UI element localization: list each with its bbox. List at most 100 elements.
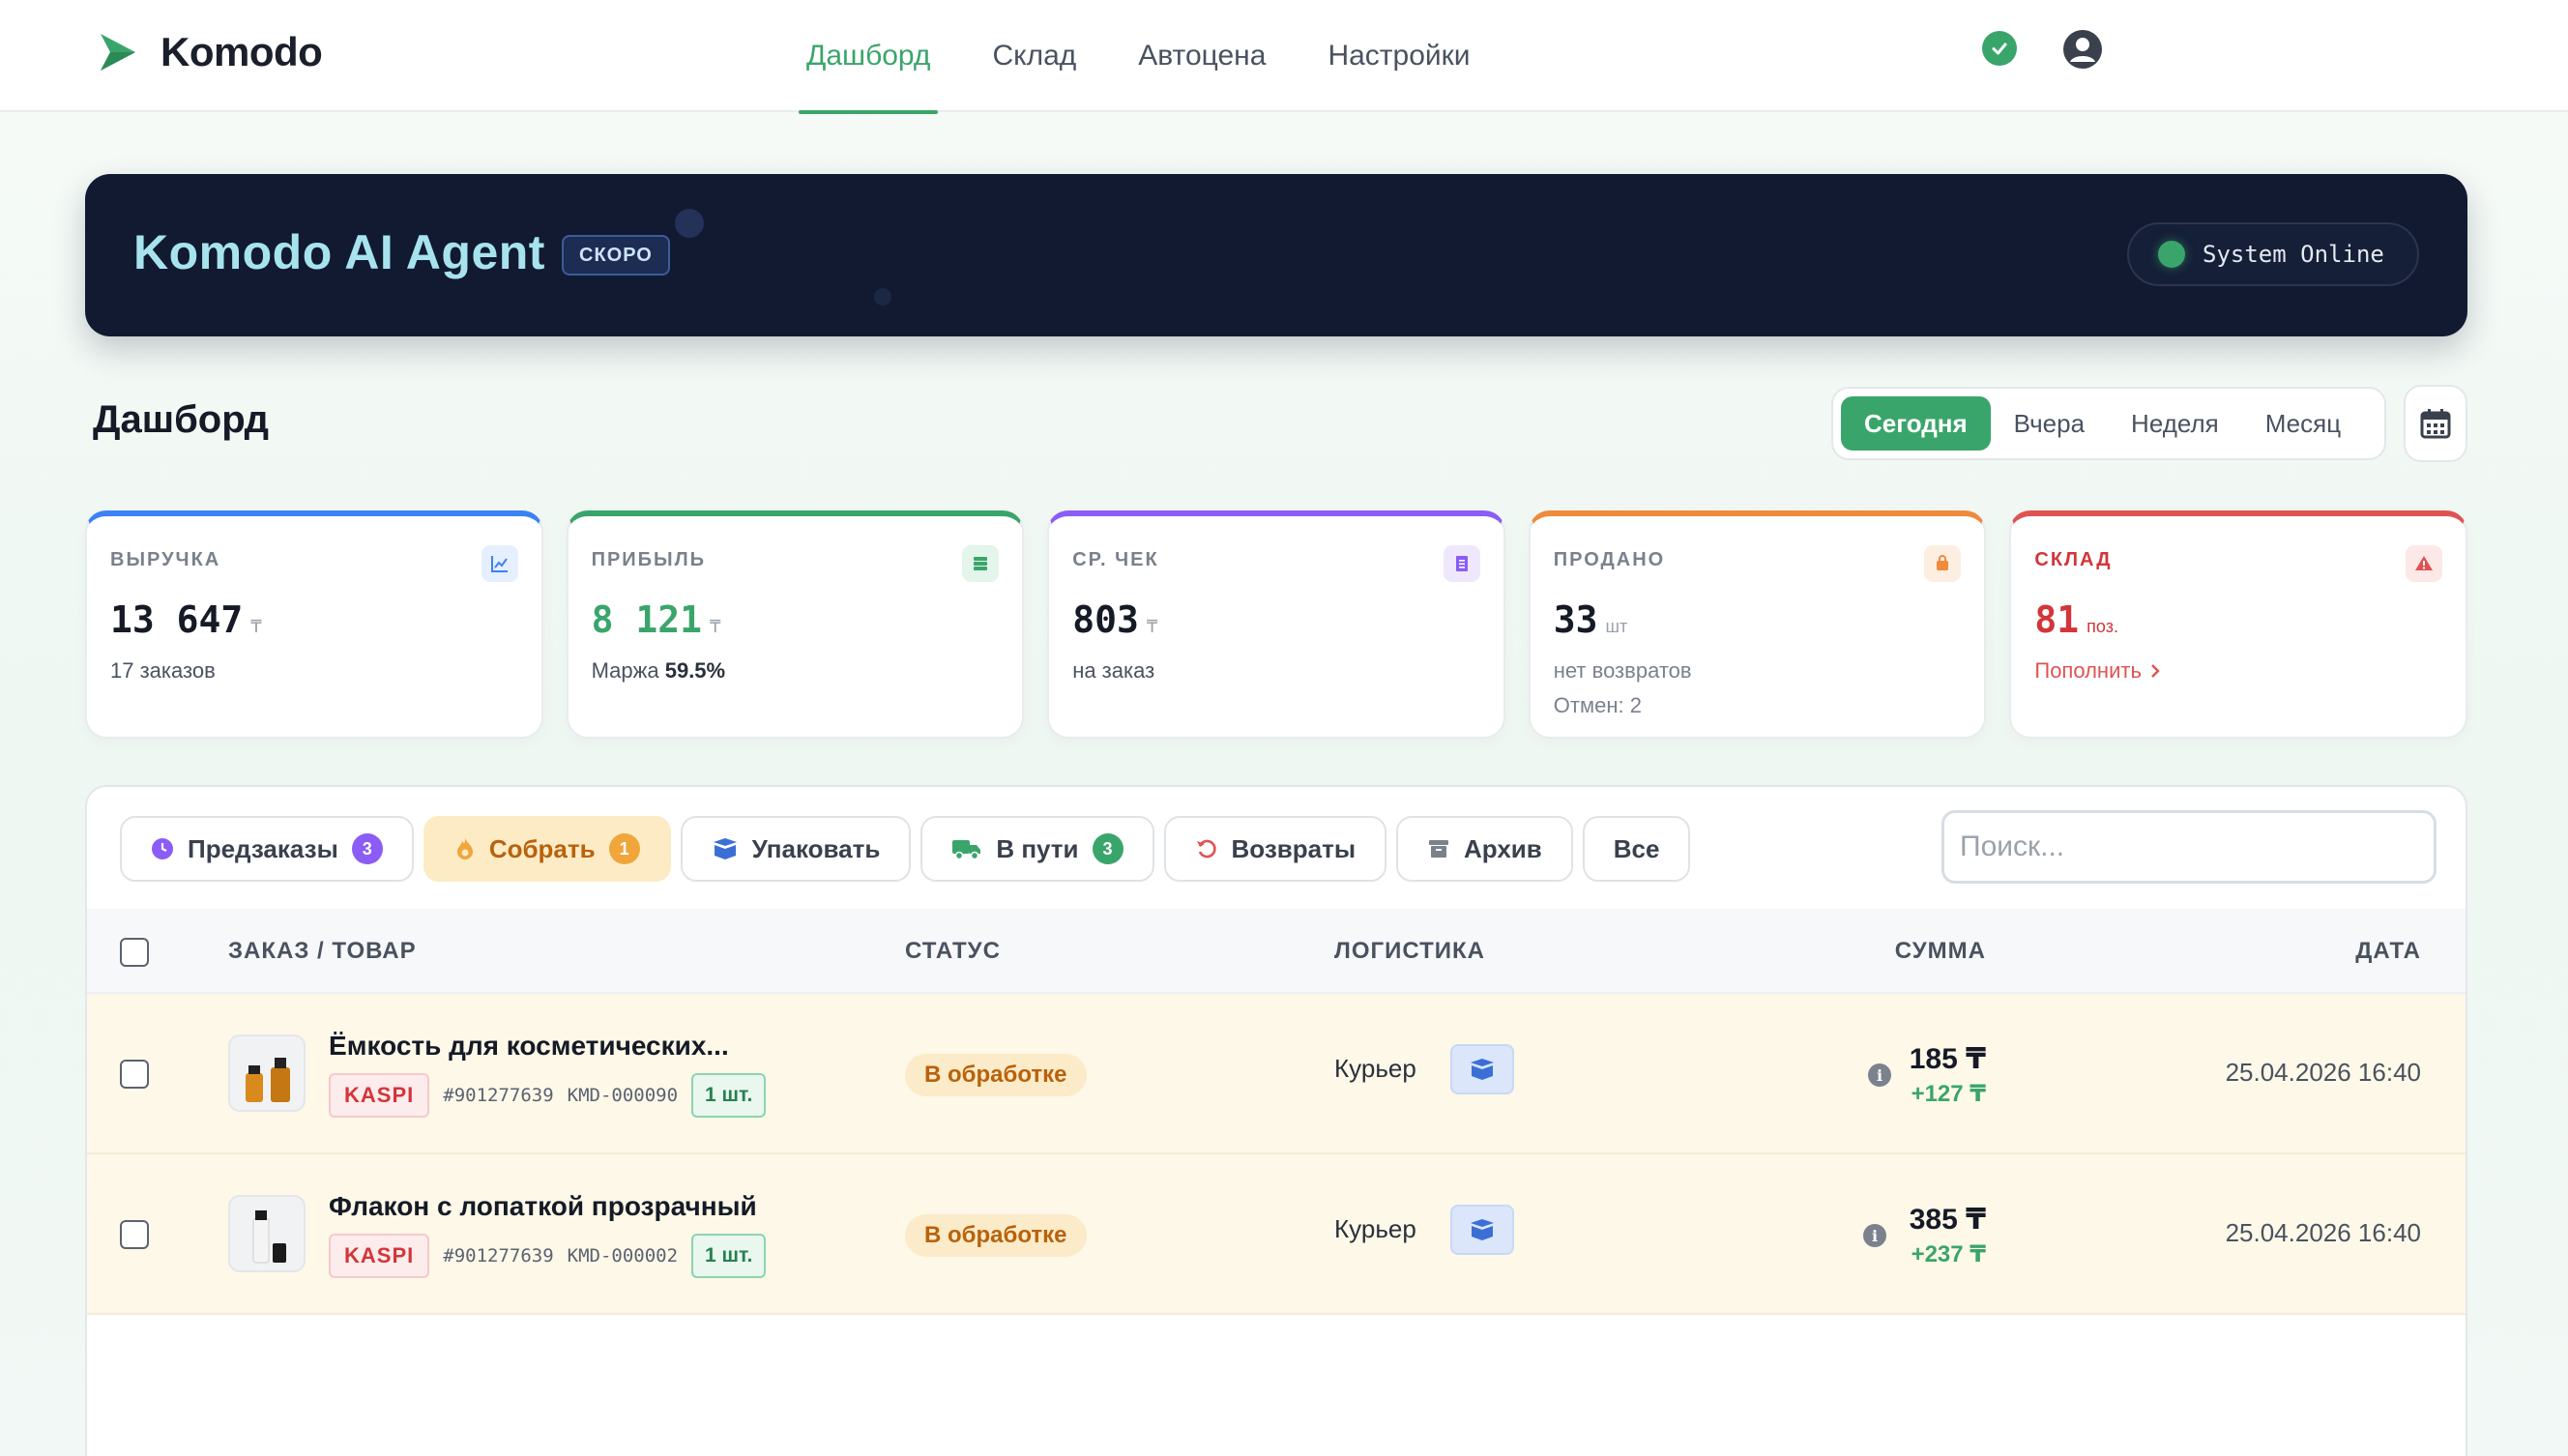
tab-count-badge: 1 xyxy=(608,833,640,864)
nav-autoprice[interactable]: Автоцена xyxy=(1130,0,1273,112)
orders-panel: Предзаказы 3 Собрать 1 Упаковать В пути … xyxy=(85,785,2467,1456)
tab-pack[interactable]: Упаковать xyxy=(680,816,912,882)
kpi-unit: ₸ xyxy=(250,617,262,636)
kpi-cards: ВЫРУЧКА 13 647 ₸ 17 заказов ПРИБЫЛЬ 8 121… xyxy=(85,510,2467,739)
product-thumbnail xyxy=(228,1034,306,1112)
kpi-label: ПРИБЫЛЬ xyxy=(591,549,707,570)
restock-link-label: Пополнить xyxy=(2034,658,2142,683)
logistics-box-button[interactable] xyxy=(1450,1044,1514,1094)
chevron-right-icon xyxy=(2151,664,2160,678)
truck-icon xyxy=(952,840,981,860)
profit-value: +237 ₸ xyxy=(1911,1241,1986,1267)
period-yesterday[interactable]: Вчера xyxy=(1991,396,2108,451)
calendar-icon xyxy=(2420,409,2451,439)
tab-label: Упаковать xyxy=(751,833,881,863)
decorative-dot xyxy=(874,288,891,306)
nav-dashboard[interactable]: Дашборд xyxy=(799,0,939,114)
period-selector: Сегодня Вчера Неделя Месяц xyxy=(1831,387,2386,460)
marketplace-badge: KASPI xyxy=(329,1073,430,1118)
brand-logo[interactable]: Komodo xyxy=(97,29,323,75)
period-month[interactable]: Месяц xyxy=(2242,396,2364,451)
kpi-value: 803 xyxy=(1072,598,1139,641)
kpi-sub: нет возвратов xyxy=(1553,658,1692,683)
product-thumbnail xyxy=(228,1195,306,1272)
sum-value: 185 ₸ xyxy=(1909,1043,1986,1075)
kpi-value: 8 121 xyxy=(591,598,702,641)
tab-archive[interactable]: Архив xyxy=(1396,816,1573,882)
nav-settings[interactable]: Настройки xyxy=(1320,0,1477,112)
margin-value: 59.5% xyxy=(664,658,726,683)
table-row[interactable]: Ёмкость для косметических... KASPI #9012… xyxy=(87,994,2466,1154)
tab-in-transit[interactable]: В пути 3 xyxy=(920,816,1154,882)
restock-link[interactable]: Пополнить xyxy=(2034,658,2442,684)
period-week[interactable]: Неделя xyxy=(2108,396,2242,451)
tab-label: Архив xyxy=(1464,833,1542,863)
kpi-sub: Маржа xyxy=(591,658,659,683)
kpi-stock: СКЛАД 81 поз. Пополнить xyxy=(2009,510,2467,739)
system-status-pill: System Online xyxy=(2127,222,2419,286)
undo-icon xyxy=(1196,839,1216,859)
kpi-label: ПРОДАНО xyxy=(1553,549,1666,570)
logistics-box-button[interactable] xyxy=(1450,1205,1514,1255)
kpi-sub: на заказ xyxy=(1072,658,1155,683)
kpi-profit: ПРИБЫЛЬ 8 121 ₸ Маржа 59.5% xyxy=(566,510,1025,739)
kpi-sub: 17 заказов xyxy=(110,658,216,683)
tab-label: В пути xyxy=(996,833,1079,863)
sum-value: 385 ₸ xyxy=(1909,1204,1986,1236)
main-nav: Дашборд Склад Автоцена Настройки xyxy=(799,0,1525,114)
box-icon xyxy=(1471,1219,1494,1240)
column-header-logistics: ЛОГИСТИКА xyxy=(1334,938,1485,964)
row-checkbox[interactable] xyxy=(120,1060,149,1089)
info-icon[interactable]: i xyxy=(1863,1224,1886,1247)
tab-all[interactable]: Все xyxy=(1582,816,1691,882)
page-title: Дашборд xyxy=(93,398,270,441)
status-badge: В обработке xyxy=(905,1054,1087,1096)
kpi-value: 33 xyxy=(1553,598,1598,641)
kpi-unit: ₸ xyxy=(709,617,721,636)
kpi-value: 13 647 xyxy=(110,598,244,641)
product-meta: KASPI #901277639 KMD-000090 1 шт. xyxy=(329,1073,767,1118)
kpi-unit: ₸ xyxy=(1146,617,1158,636)
komodo-logo-icon xyxy=(101,34,135,71)
table-row[interactable]: Флакон с лопаткой прозрачный KASPI #9012… xyxy=(87,1154,2466,1315)
row-checkbox[interactable] xyxy=(120,1220,149,1249)
box-icon xyxy=(1471,1059,1494,1080)
tab-collect[interactable]: Собрать 1 xyxy=(423,816,671,882)
kpi-value: 81 xyxy=(2034,598,2080,641)
kpi-sold: ПРОДАНО 33 шт нет возвратов Отмен: 2 xyxy=(1528,510,1987,739)
tab-label: Собрать xyxy=(488,833,596,863)
kpi-avg-check: СР. ЧЕК 803 ₸ на заказ xyxy=(1047,510,1505,739)
ai-agent-banner: Komodo AI Agent СКОРО System Online xyxy=(85,174,2467,336)
warning-icon xyxy=(2405,545,2442,582)
nav-warehouse[interactable]: Склад xyxy=(984,0,1084,112)
tab-label: Все xyxy=(1613,833,1660,863)
top-navbar: Komodo Дашборд Склад Автоцена Настройки xyxy=(0,0,2568,114)
order-sum: 185 ₸ +127 ₸ xyxy=(1910,1042,1986,1108)
search-input[interactable] xyxy=(1941,810,2437,884)
status-badge: В обработке xyxy=(905,1214,1087,1257)
order-tabs: Предзаказы 3 Собрать 1 Упаковать В пути … xyxy=(120,816,1691,882)
profit-value: +127 ₸ xyxy=(1911,1081,1986,1107)
order-id: #901277639 xyxy=(443,1245,554,1267)
receipt-icon xyxy=(1443,545,1480,582)
select-all-checkbox[interactable] xyxy=(120,938,149,967)
calendar-button[interactable] xyxy=(2404,385,2467,462)
product-name[interactable]: Флакон с лопаткой прозрачный xyxy=(329,1191,757,1222)
marketplace-badge: KASPI xyxy=(329,1234,430,1278)
period-today[interactable]: Сегодня xyxy=(1841,396,1991,451)
check-circle-icon[interactable] xyxy=(1982,31,2017,66)
product-name[interactable]: Ёмкость для косметических... xyxy=(329,1031,729,1062)
kpi-revenue: ВЫРУЧКА 13 647 ₸ 17 заказов xyxy=(85,510,543,739)
kpi-unit: поз. xyxy=(2086,617,2118,636)
order-date: 25.04.2026 16:40 xyxy=(2225,1058,2421,1087)
tab-returns[interactable]: Возвраты xyxy=(1163,816,1387,882)
info-icon[interactable]: i xyxy=(1868,1063,1891,1087)
chart-line-icon xyxy=(481,545,518,582)
product-sku: KMD-000090 xyxy=(567,1085,679,1106)
money-icon xyxy=(962,545,1000,582)
system-status-text: System Online xyxy=(2203,241,2384,268)
tab-preorders[interactable]: Предзаказы 3 xyxy=(120,816,414,882)
tab-count-badge: 3 xyxy=(1092,833,1124,864)
quantity-badge: 1 шт. xyxy=(691,1073,767,1118)
user-circle-icon[interactable] xyxy=(2062,29,2103,70)
